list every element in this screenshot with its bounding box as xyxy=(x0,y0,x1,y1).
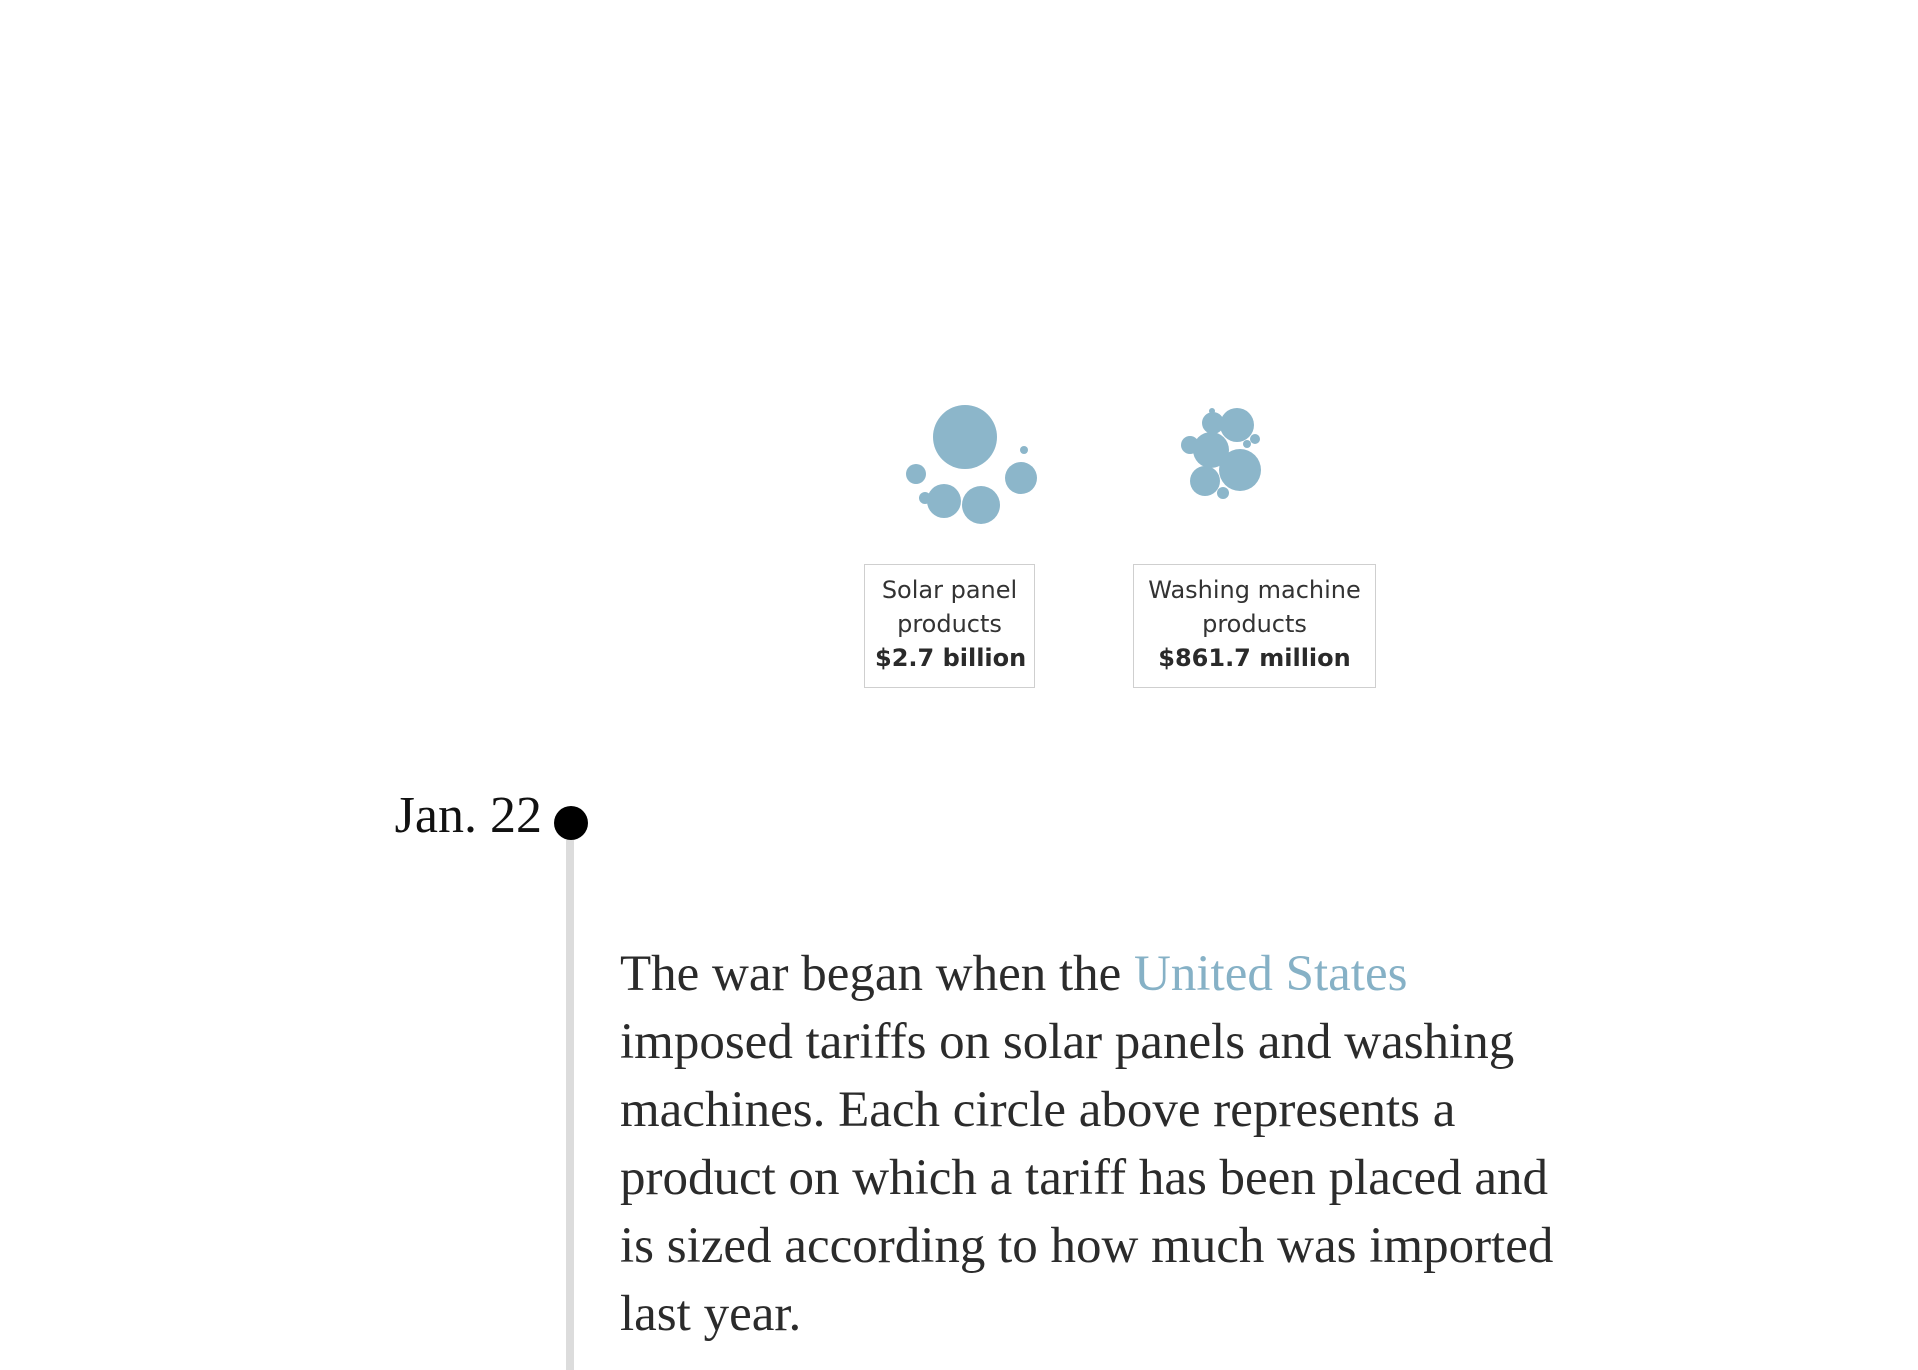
solar-panel-value: $2.7 billion xyxy=(875,644,1027,672)
united-states-link[interactable]: United States xyxy=(1134,946,1407,1002)
product-bubble[interactable] xyxy=(962,486,1000,524)
product-bubble[interactable] xyxy=(1243,440,1251,448)
product-bubble[interactable] xyxy=(927,484,961,518)
product-bubble[interactable] xyxy=(1217,487,1229,499)
timeline-dot xyxy=(554,806,588,840)
product-bubble[interactable] xyxy=(1219,449,1261,491)
product-bubble[interactable] xyxy=(919,492,931,504)
solar-panel-name-line2: products xyxy=(897,610,1002,638)
washing-machine-name-line1: Washing machine xyxy=(1148,576,1361,604)
washing-machine-bubble-cluster xyxy=(1181,408,1261,499)
product-bubble[interactable] xyxy=(1202,412,1224,434)
product-bubble[interactable] xyxy=(1005,462,1037,494)
product-bubble[interactable] xyxy=(933,405,997,469)
story-paragraph: The war began when the United States imp… xyxy=(620,940,1580,1348)
product-bubble[interactable] xyxy=(1020,446,1028,454)
product-bubble[interactable] xyxy=(1250,434,1260,444)
product-bubble[interactable] xyxy=(1181,436,1199,454)
washing-machine-label: Washing machine products $861.7 million xyxy=(1133,564,1376,688)
solar-panel-name-line1: Solar panel xyxy=(881,576,1018,604)
solar-panel-label: Solar panel products $2.7 billion xyxy=(864,564,1035,688)
story-text-before-link: The war began when the xyxy=(620,946,1135,1002)
timeline-date: Jan. 22 xyxy=(394,787,542,844)
product-bubble[interactable] xyxy=(1190,466,1220,496)
timeline-line xyxy=(566,840,574,1370)
washing-machine-name-line2: products xyxy=(1202,610,1307,638)
product-bubble[interactable] xyxy=(1209,408,1215,414)
product-bubble[interactable] xyxy=(1220,408,1254,442)
product-bubble[interactable] xyxy=(906,464,926,484)
story-text-after-link: imposed tariffs on solar panels and wash… xyxy=(620,1014,1554,1342)
washing-machine-value: $861.7 million xyxy=(1158,644,1351,672)
solar-panel-bubble-cluster xyxy=(906,405,1037,524)
